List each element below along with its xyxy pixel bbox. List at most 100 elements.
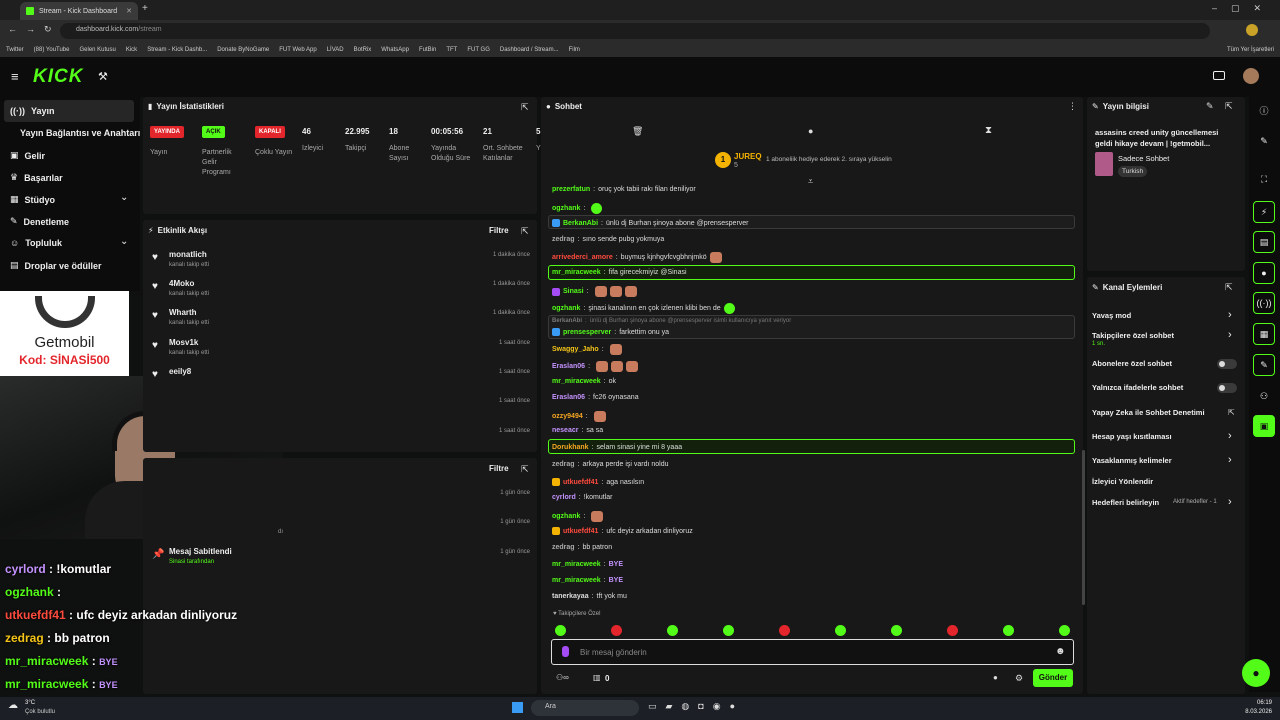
expand-icon[interactable]: ⛶ bbox=[1253, 168, 1275, 190]
kick-logo[interactable]: KICK bbox=[33, 66, 83, 88]
chevron-down-icon[interactable]: ⌄ bbox=[120, 192, 128, 203]
toggle-switch[interactable] bbox=[1217, 359, 1237, 369]
browser-tab[interactable]: Stream - Kick Dashboard ✕ bbox=[20, 2, 138, 20]
chat-username[interactable]: Dorukhank bbox=[552, 444, 589, 451]
trash-icon[interactable]: 🗑 bbox=[632, 126, 643, 137]
windows-start-icon[interactable] bbox=[512, 702, 523, 713]
popout-icon[interactable]: ⇱ bbox=[1225, 101, 1233, 112]
chat-username[interactable]: zedrag bbox=[552, 544, 575, 551]
edit-icon[interactable]: ✎ bbox=[1206, 101, 1214, 112]
popout-icon[interactable]: ⇱ bbox=[1225, 282, 1233, 293]
chat-username[interactable]: mr_miracweek bbox=[552, 378, 601, 385]
support-chat-icon[interactable]: ● bbox=[1242, 659, 1270, 687]
popout-icon[interactable]: ⇱ bbox=[521, 226, 529, 237]
popout-icon[interactable]: ⇱ bbox=[521, 102, 529, 113]
chat-username[interactable]: ogzhank bbox=[552, 305, 580, 312]
activity-item[interactable]: ♥ monatlich kanalı takip etti 1 dakika önce bbox=[148, 248, 536, 277]
chat-message[interactable]: mr_miracweek: BYE bbox=[552, 577, 623, 584]
chat-username[interactable]: utkuefdf41 bbox=[563, 528, 598, 535]
bolt-icon[interactable]: ⚡ bbox=[1253, 201, 1275, 223]
bookmark-item[interactable]: Kick bbox=[126, 47, 137, 53]
chat-username[interactable]: arrivederci_amore bbox=[552, 254, 613, 261]
sidebar-item-gelir[interactable]: ▣ Gelir bbox=[10, 150, 45, 161]
activity-item[interactable]: ♥ 4Moko kanalı takip etti 1 dakika önce bbox=[148, 277, 536, 306]
timer-icon[interactable]: ⧗ bbox=[985, 125, 992, 136]
wrench-icon[interactable]: ✎ bbox=[1253, 354, 1275, 376]
activity-item[interactable]: ♥ Mosv1k kanalı takip etti 1 saat önce bbox=[148, 336, 536, 365]
filter-button[interactable]: Filtre bbox=[489, 464, 509, 473]
chat-message[interactable]: BerkanAbi: ünlü dj Burhan şinoya abone @p… bbox=[552, 318, 791, 324]
chat-message[interactable]: BerkanAbi: ünlü dj Burhan şinoya abone @p… bbox=[552, 219, 749, 227]
sidebar-item-denetleme[interactable]: ✎ Denetleme bbox=[10, 216, 69, 227]
channel-action-item[interactable]: Yavaş mod bbox=[1092, 311, 1131, 320]
emote-shortcut-icon[interactable] bbox=[1059, 625, 1070, 636]
channel-action-item[interactable]: İzleyici Yönlendir bbox=[1092, 477, 1153, 486]
sidebar-item-basarilar[interactable]: ♛ Başarılar bbox=[10, 172, 63, 183]
send-button[interactable]: Gönder bbox=[1033, 669, 1073, 687]
bookmark-item[interactable]: FUT GG bbox=[467, 47, 490, 53]
channel-action-item[interactable]: Takipçilere özel sohbet bbox=[1092, 331, 1174, 340]
chat-message[interactable]: Sinasi: bbox=[552, 286, 637, 297]
sidebar-item-studyo[interactable]: ▦ Stüdyo bbox=[10, 194, 55, 205]
toggle-switch[interactable] bbox=[1217, 383, 1237, 393]
sidebar-item-topluluk[interactable]: ☺ Topluluk bbox=[10, 238, 62, 248]
channel-action-item[interactable]: Yasaklanmış kelimeler bbox=[1092, 456, 1172, 465]
bookmark-item[interactable]: LİVAD bbox=[327, 47, 344, 53]
chat-icon[interactable]: ● bbox=[1253, 262, 1275, 284]
chevron-right-icon[interactable]: › bbox=[1228, 454, 1232, 466]
store-icon[interactable]: ▥ bbox=[593, 673, 601, 682]
bookmark-item[interactable]: TFT bbox=[446, 47, 457, 53]
calendar-icon[interactable]: ▦ bbox=[1253, 323, 1275, 345]
chevron-right-icon[interactable]: › bbox=[1228, 496, 1232, 508]
emote-shortcut-icon[interactable] bbox=[779, 625, 790, 636]
chat-settings-icon[interactable]: ● bbox=[993, 673, 998, 682]
chat-username[interactable]: utkuefdf41 bbox=[563, 479, 598, 486]
chevron-right-icon[interactable]: › bbox=[1228, 309, 1232, 321]
bookmark-item[interactable]: Donate ByNoGame bbox=[217, 47, 269, 53]
chat-message[interactable]: mr_miracweek: fifa girecekmiyiz @Sinasi bbox=[552, 269, 687, 276]
chat-scrollbar[interactable] bbox=[1082, 450, 1085, 605]
chat-username[interactable]: BerkanAbi bbox=[552, 318, 582, 324]
mic-icon[interactable] bbox=[562, 646, 569, 657]
activity-item[interactable]: 1 saat önce bbox=[148, 394, 536, 423]
chevron-right-icon[interactable]: › bbox=[1228, 329, 1232, 341]
chat-username[interactable]: Swaggy_Jaho bbox=[552, 346, 599, 353]
emote-shortcut-icon[interactable] bbox=[723, 625, 734, 636]
chat-message[interactable]: Dorukhank: selam sinasi yine mi 8 yaaa bbox=[552, 444, 682, 451]
chat-message[interactable]: prensesperver: farkettim onu ya bbox=[552, 328, 669, 336]
chat-username[interactable]: prezerfatun bbox=[552, 186, 590, 193]
chat-username[interactable]: mr_miracweek bbox=[552, 561, 601, 568]
chat-username[interactable]: neseacr bbox=[552, 427, 578, 434]
emote-shortcut-icon[interactable] bbox=[1003, 625, 1014, 636]
chat-username[interactable]: Sinasi bbox=[563, 288, 584, 295]
chat-message[interactable]: neseacr: sa sa bbox=[552, 427, 603, 434]
chat-message[interactable]: Eraslan06: bbox=[552, 361, 639, 372]
chat-message[interactable]: ogzhank: şinasi kanalının en çok izlenen … bbox=[552, 303, 735, 314]
emote-shortcut-icon[interactable] bbox=[611, 625, 622, 636]
window-controls[interactable]: –▢✕ bbox=[1212, 3, 1275, 14]
emote-shortcut-icon[interactable] bbox=[835, 625, 846, 636]
chat-message[interactable]: utkuefdf41: ufc deyiz arkadan dinliyoruz bbox=[552, 527, 693, 535]
close-tab-icon[interactable]: ✕ bbox=[126, 7, 132, 15]
chat-message[interactable]: ozzy9494: bbox=[552, 411, 606, 422]
emote-shortcut-icon[interactable] bbox=[555, 625, 566, 636]
user-avatar[interactable] bbox=[1243, 68, 1259, 84]
external-link-icon[interactable]: ⇱ bbox=[1228, 408, 1235, 417]
chat-message[interactable]: zedrag: sıno sende pubg yokmuya bbox=[552, 236, 664, 243]
bookmark-item[interactable]: (88) YouTube bbox=[34, 47, 70, 53]
bookmark-item[interactable]: Film bbox=[569, 47, 580, 53]
chat-username[interactable]: prensesperver bbox=[563, 329, 611, 336]
chat-username[interactable]: tanerkayaa bbox=[552, 593, 589, 600]
popout-icon[interactable]: ⇱ bbox=[521, 464, 529, 475]
bookmark-item[interactable]: WhatsApp bbox=[381, 47, 409, 53]
chat-icon[interactable]: ● bbox=[808, 126, 813, 136]
chat-message[interactable]: tanerkayaa: tft yok mu bbox=[552, 593, 627, 600]
gear-icon[interactable]: ⚙ bbox=[1015, 673, 1023, 684]
users-icon[interactable]: ⚇ bbox=[1253, 385, 1275, 407]
nav-buttons[interactable]: ←→↻ bbox=[8, 24, 61, 35]
taskbar-search[interactable]: Ara bbox=[531, 700, 639, 716]
chat-message[interactable]: mr_miracweek: ok bbox=[552, 378, 616, 385]
event-item[interactable]: 📌 Mesaj Sabitlendi Sinasi tarafından 1 gün … bbox=[148, 545, 536, 574]
document-icon[interactable]: ▤ bbox=[1253, 231, 1275, 253]
chat-username[interactable]: mr_miracweek bbox=[552, 269, 601, 276]
